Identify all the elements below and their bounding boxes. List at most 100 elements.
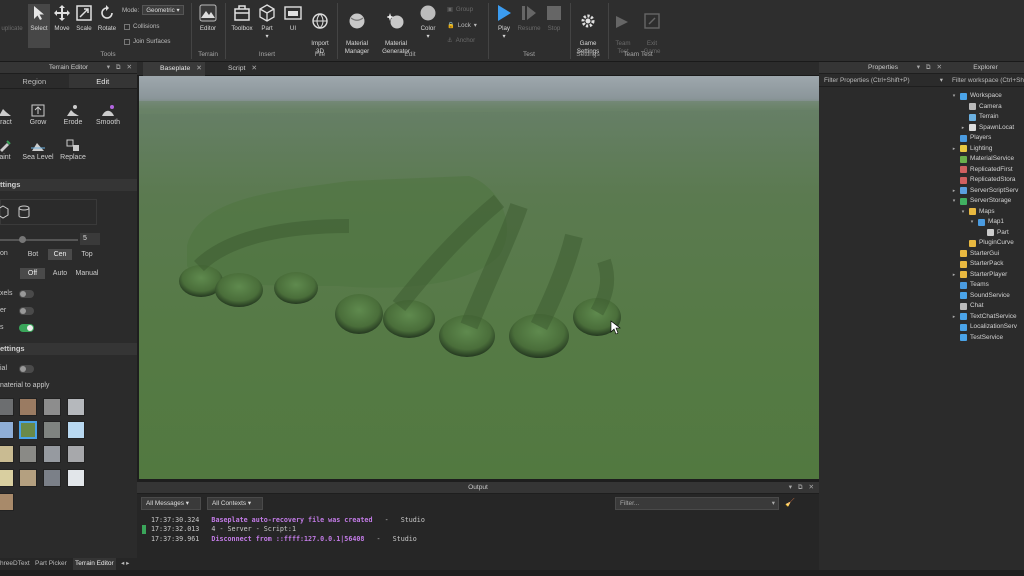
ui-button[interactable]: UI bbox=[282, 4, 304, 33]
clear-output-icon[interactable]: 🧹 bbox=[785, 498, 795, 507]
material-swatch-mud[interactable] bbox=[0, 493, 14, 511]
material-swatch-concrete[interactable] bbox=[67, 398, 85, 416]
panel-controls[interactable]: ▾ ⧉ ✕ bbox=[107, 62, 134, 74]
toolbox-button[interactable]: Toolbox bbox=[229, 4, 255, 33]
pivot-top-option[interactable]: Top bbox=[76, 249, 98, 260]
explorer-item-terrain[interactable]: Terrain bbox=[960, 112, 999, 122]
explorer-item-textchatservice[interactable]: ▸ TextChatService bbox=[951, 312, 1017, 322]
join-surfaces-checkbox[interactable] bbox=[124, 38, 130, 45]
material-swatch-glacier[interactable] bbox=[0, 421, 14, 439]
material-swatch-salt[interactable] bbox=[67, 445, 85, 463]
exit-game-button[interactable]: Exit Game bbox=[639, 4, 665, 55]
brush-size-input[interactable]: 5 bbox=[80, 233, 100, 245]
explorer-item-plugincurve[interactable]: PluginCurve bbox=[960, 238, 1014, 248]
expand-arrow-icon[interactable]: ▾ bbox=[969, 217, 975, 227]
expand-arrow-icon[interactable]: ▸ bbox=[951, 144, 957, 154]
expand-arrow-icon[interactable]: ▾ bbox=[951, 196, 957, 206]
brush-size-slider[interactable] bbox=[0, 239, 78, 241]
replace-tool[interactable]: Replace bbox=[56, 139, 90, 161]
explorer-item-workspace[interactable]: ▾ Workspace bbox=[951, 91, 1002, 101]
anchor-button[interactable]: ⚓ Anchor bbox=[447, 37, 475, 44]
explorer-item-soundservice[interactable]: SoundService bbox=[951, 291, 1010, 301]
sea-level-tool[interactable]: Sea Level bbox=[21, 139, 55, 161]
tab-part-picker[interactable]: Part Picker bbox=[35, 558, 67, 570]
brush-settings-header[interactable]: ttings bbox=[0, 179, 137, 191]
explorer-item-chat[interactable]: Chat bbox=[951, 301, 984, 311]
output-filter-input[interactable]: Filter... ▾ bbox=[615, 497, 779, 510]
explorer-item-replicatedstora[interactable]: ReplicatedStora bbox=[951, 175, 1015, 185]
explorer-item-starterpack[interactable]: StarterPack bbox=[951, 259, 1003, 269]
explorer-item-serverscriptserv[interactable]: ▸ ServerScriptServ bbox=[951, 186, 1018, 196]
explorer-filter-input[interactable]: Filter workspace (Ctrl+Sh bbox=[947, 74, 1024, 87]
tab-region[interactable]: Region bbox=[0, 74, 69, 88]
pivot-center-option[interactable]: Cen bbox=[48, 249, 72, 260]
auto-material-toggle[interactable] bbox=[19, 365, 34, 373]
part-button[interactable]: Part ▾ bbox=[256, 4, 278, 40]
move-button[interactable]: Move bbox=[51, 4, 73, 33]
tab-baseplate[interactable]: Baseplate ✕ bbox=[143, 62, 205, 76]
join-surfaces-toggle[interactable]: Join Surfaces bbox=[124, 38, 171, 45]
material-swatch-snow[interactable] bbox=[67, 469, 85, 487]
erode-tool[interactable]: Erode bbox=[56, 104, 90, 126]
close-icon[interactable]: ✕ bbox=[196, 65, 202, 72]
3d-viewport[interactable] bbox=[139, 76, 819, 479]
material-swatch-pavement[interactable] bbox=[19, 445, 37, 463]
group-button[interactable]: ▣ Group bbox=[447, 6, 473, 13]
plane-lock-off-option[interactable]: Off bbox=[20, 268, 45, 279]
tab-scroll-arrows[interactable]: ◂ ▸ bbox=[121, 558, 129, 570]
explorer-item-spawnlocat[interactable]: ▸ SpawnLocat bbox=[960, 123, 1014, 133]
rotate-button[interactable]: Rotate bbox=[95, 4, 119, 33]
explorer-item-starterplayer[interactable]: ▸ StarterPlayer bbox=[951, 270, 1007, 280]
game-settings-button[interactable]: Game Settings bbox=[572, 4, 604, 55]
explorer-item-lighting[interactable]: ▸ Lighting bbox=[951, 144, 992, 154]
scale-button[interactable]: Scale bbox=[73, 4, 95, 33]
collisions-toggle[interactable]: Collisions bbox=[124, 23, 159, 30]
smooth-tool[interactable]: Smooth bbox=[91, 104, 125, 126]
expand-arrow-icon[interactable]: ▸ bbox=[951, 186, 957, 196]
import-3d-button[interactable]: Import 3D bbox=[306, 4, 334, 55]
mode-dropdown[interactable]: Geometric ▾ bbox=[142, 5, 184, 15]
tab-script[interactable]: Script ✕ bbox=[211, 62, 265, 76]
explorer-item-camera[interactable]: Camera bbox=[960, 102, 1002, 112]
resume-button[interactable]: Resume bbox=[517, 4, 541, 33]
cylinder-shape-icon[interactable] bbox=[17, 205, 31, 219]
material-manager-button[interactable]: Material Manager bbox=[339, 4, 375, 55]
plane-lock-auto-option[interactable]: Auto bbox=[48, 268, 72, 279]
team-test-button[interactable]: Team Test bbox=[610, 4, 636, 55]
properties-filter-input[interactable]: Filter Properties (Ctrl+Shift+P) ▾ bbox=[819, 74, 947, 87]
cube-shape-icon[interactable] bbox=[0, 205, 9, 219]
expand-arrow-icon[interactable]: ▸ bbox=[960, 123, 966, 133]
explorer-item-players[interactable]: Players bbox=[951, 133, 991, 143]
material-swatch-slate[interactable] bbox=[0, 398, 14, 416]
explorer-item-localizationserv[interactable]: LocalizationServ bbox=[951, 322, 1017, 332]
material-swatch-grass-selected[interactable] bbox=[19, 421, 37, 439]
lock-button[interactable]: 🔒 Lock ▾ bbox=[447, 21, 477, 30]
explorer-item-teams[interactable]: Teams bbox=[951, 280, 989, 290]
close-icon[interactable]: ✕ bbox=[251, 65, 257, 72]
panel-controls[interactable]: ▾ ⧉ ✕ bbox=[789, 482, 816, 494]
stop-button[interactable]: Stop bbox=[542, 4, 566, 33]
explorer-item-testservice[interactable]: TestService bbox=[951, 333, 1003, 343]
explorer-item-replicatedfirst[interactable]: ReplicatedFirst bbox=[951, 165, 1013, 175]
context-filter-dropdown[interactable]: All Contexts ▾ bbox=[207, 497, 263, 510]
material-swatch-basalt[interactable] bbox=[43, 469, 61, 487]
material-swatch-brick[interactable] bbox=[19, 398, 37, 416]
material-swatch-sand[interactable] bbox=[0, 469, 14, 487]
pivot-bottom-option[interactable]: Bot bbox=[23, 249, 43, 260]
play-button[interactable]: Play ▾ bbox=[492, 4, 516, 40]
snap-to-voxels-toggle[interactable] bbox=[19, 290, 34, 298]
tab-three-d-text[interactable]: hreeDText bbox=[0, 558, 30, 570]
tab-edit[interactable]: Edit bbox=[68, 74, 137, 88]
expand-arrow-icon[interactable]: ▸ bbox=[951, 312, 957, 322]
explorer-item-part[interactable]: Part bbox=[978, 228, 1009, 238]
explorer-item-materialservice[interactable]: MaterialService bbox=[951, 154, 1014, 164]
terrain-editor-button[interactable]: Editor bbox=[196, 4, 220, 33]
material-swatch-limestone[interactable] bbox=[0, 445, 14, 463]
plane-lock-manual-option[interactable]: Manual bbox=[73, 268, 101, 279]
select-button[interactable]: Select bbox=[28, 4, 50, 48]
expand-arrow-icon[interactable]: ▾ bbox=[960, 207, 966, 217]
explorer-item-serverstorage[interactable]: ▾ ServerStorage bbox=[951, 196, 1011, 206]
explorer-item-map1[interactable]: ▾ Map1 bbox=[969, 217, 1004, 227]
explorer-item-maps[interactable]: ▾ Maps bbox=[960, 207, 995, 217]
collisions-checkbox[interactable] bbox=[124, 23, 130, 30]
